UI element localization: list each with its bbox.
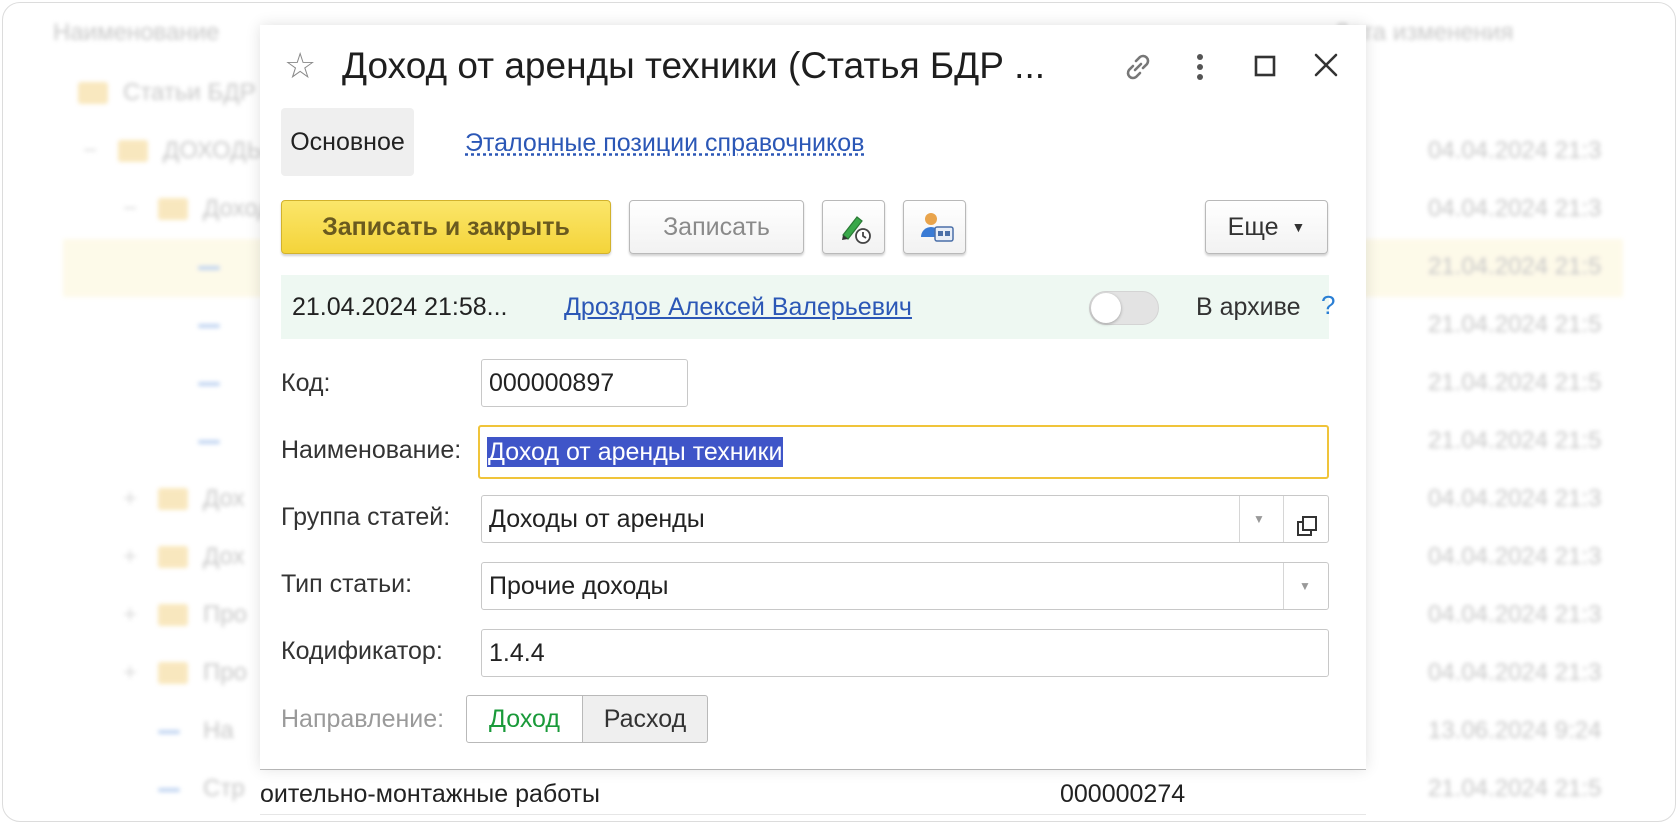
edit-history-button[interactable] [822,200,885,254]
save-and-close-button[interactable]: Записать и закрыть [281,200,611,254]
list-item-code: 000000274 [1060,780,1186,808]
collapse-icon: − [83,137,98,164]
list-item-visible[interactable]: оительно-монтажные работы 000000274 [260,769,1366,815]
expand-icon: + [123,601,138,628]
item-icon [198,266,220,270]
group-value: Доходы от аренды [489,505,705,533]
item-icon [158,730,180,734]
chevron-down-icon: ▼ [1299,579,1311,593]
folder-icon [158,604,188,626]
expand-icon: + [123,659,138,686]
collapse-icon: − [123,195,138,222]
modified-date: 21.04.2024 21:58... [292,293,508,321]
direction-label: Направление: [281,705,445,733]
name-field[interactable]: Доход от аренды техники [478,425,1329,479]
user-card-button[interactable] [903,200,966,254]
column-header-name: Наименование [53,19,220,46]
item-icon [198,324,220,328]
type-dropdown-button[interactable]: ▼ [1283,563,1328,609]
code-value: 000000897 [489,369,615,397]
code-label: Код: [281,369,331,397]
archive-label: В архиве [1196,293,1301,321]
group-dropdown-button[interactable]: ▼ [1239,496,1283,542]
type-value: Прочие доходы [489,572,669,600]
expand-icon: + [123,485,138,512]
code-field[interactable]: 000000897 [481,359,688,407]
folder-icon [158,198,188,220]
window-frame: Наименование Дата изменения Статьи БДР −… [2,2,1676,822]
type-label: Тип статьи: [281,570,413,598]
open-icon [1295,507,1319,542]
group-open-button[interactable] [1283,496,1328,542]
maximize-icon[interactable] [1250,51,1280,86]
more-button-label: Еще [1227,213,1279,241]
caret-down-icon: ▼ [1291,219,1306,235]
info-bar: 21.04.2024 21:58... Дроздов Алексей Вале… [281,275,1335,339]
star-icon[interactable]: ☆ [284,45,316,87]
codifier-label: Кодификатор: [281,637,443,665]
save-button[interactable]: Записать [629,200,804,254]
type-field[interactable]: Прочие доходы ▼ [481,562,1329,610]
name-value: Доход от аренды техники [487,437,784,467]
toggle-knob [1091,293,1121,323]
chevron-down-icon: ▼ [1253,512,1265,526]
folder-icon [158,488,188,510]
tab-reference-positions[interactable]: Эталонные позиции справочников [465,129,864,158]
folder-icon [158,546,188,568]
author-link[interactable]: Дроздов Алексей Валерьевич [564,293,912,322]
expand-icon: + [123,543,138,570]
list-item-name: оительно-монтажные работы [260,780,600,808]
dialog-title: Доход от аренды техники (Статья БДР ... [342,45,1046,86]
name-label: Наименование: [281,436,462,464]
help-icon[interactable]: ? [1321,290,1335,321]
item-icon [198,440,220,444]
archive-toggle[interactable] [1089,291,1159,325]
user-card-icon [917,209,955,252]
item-form-dialog: ☆ Доход от аренды техники (Статья БДР ..… [260,25,1366,769]
more-vertical-icon[interactable] [1190,49,1210,90]
item-icon [198,382,220,386]
more-button[interactable]: Еще ▼ [1205,200,1328,254]
codifier-value: 1.4.4 [489,639,545,667]
folder-icon [118,140,148,162]
group-field[interactable]: Доходы от аренды ▼ [481,495,1329,543]
folder-icon [78,82,108,104]
codifier-field[interactable]: 1.4.4 [481,629,1329,677]
item-icon [158,788,180,792]
folder-icon [158,662,188,684]
edit-history-icon [837,209,873,252]
group-label: Группа статей: [281,503,451,531]
direction-expense-button[interactable]: Расход [582,695,708,743]
tab-main[interactable]: Основное [281,108,414,176]
direction-income-button[interactable]: Доход [466,695,583,743]
link-icon[interactable] [1120,49,1156,90]
close-icon[interactable] [1310,49,1342,86]
